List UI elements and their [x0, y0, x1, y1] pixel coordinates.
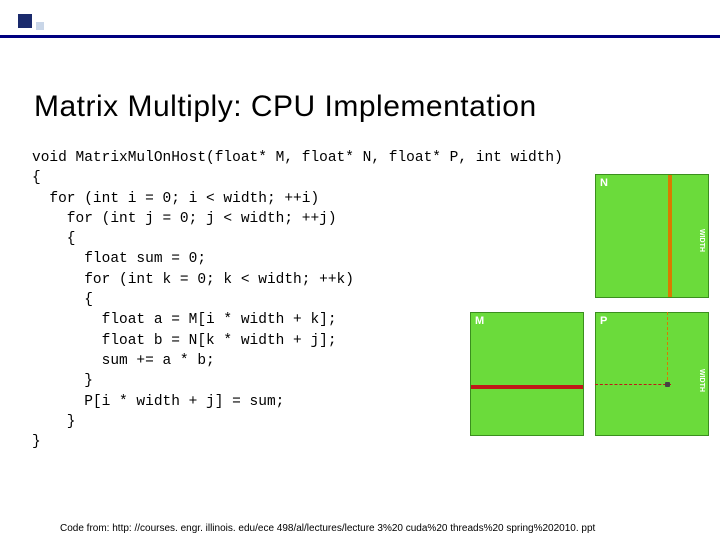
- matrix-M-row-highlight: [471, 385, 583, 389]
- matrix-P-element-dot: [665, 382, 670, 387]
- matrix-N: [595, 174, 709, 298]
- matrix-M-label: M: [475, 315, 484, 327]
- bullet-icon: [18, 14, 32, 28]
- dim-label: WIDTH: [515, 441, 538, 448]
- matrix-M: [470, 312, 584, 436]
- matrix-N-column-highlight: [668, 175, 672, 297]
- matrix-P-row-guide: [595, 384, 671, 385]
- matrix-N-label: N: [600, 177, 608, 189]
- dim-label: WIDTH: [698, 229, 705, 252]
- dim-label: WIDTH: [640, 441, 663, 448]
- matrix-P-col-guide: [667, 312, 668, 385]
- matrix-diagram: N M P WIDTH WIDTH WIDTH WIDTH: [470, 174, 710, 464]
- slide-header: [0, 0, 720, 38]
- slide-title: Matrix Multiply: CPU Implementation: [0, 38, 720, 124]
- matrix-P: [595, 312, 709, 436]
- bullet-small-icon: [36, 22, 44, 30]
- matrix-P-label: P: [600, 315, 607, 327]
- dim-label: WIDTH: [698, 369, 705, 392]
- footer-citation: Code from: http: //courses. engr. illino…: [60, 523, 595, 534]
